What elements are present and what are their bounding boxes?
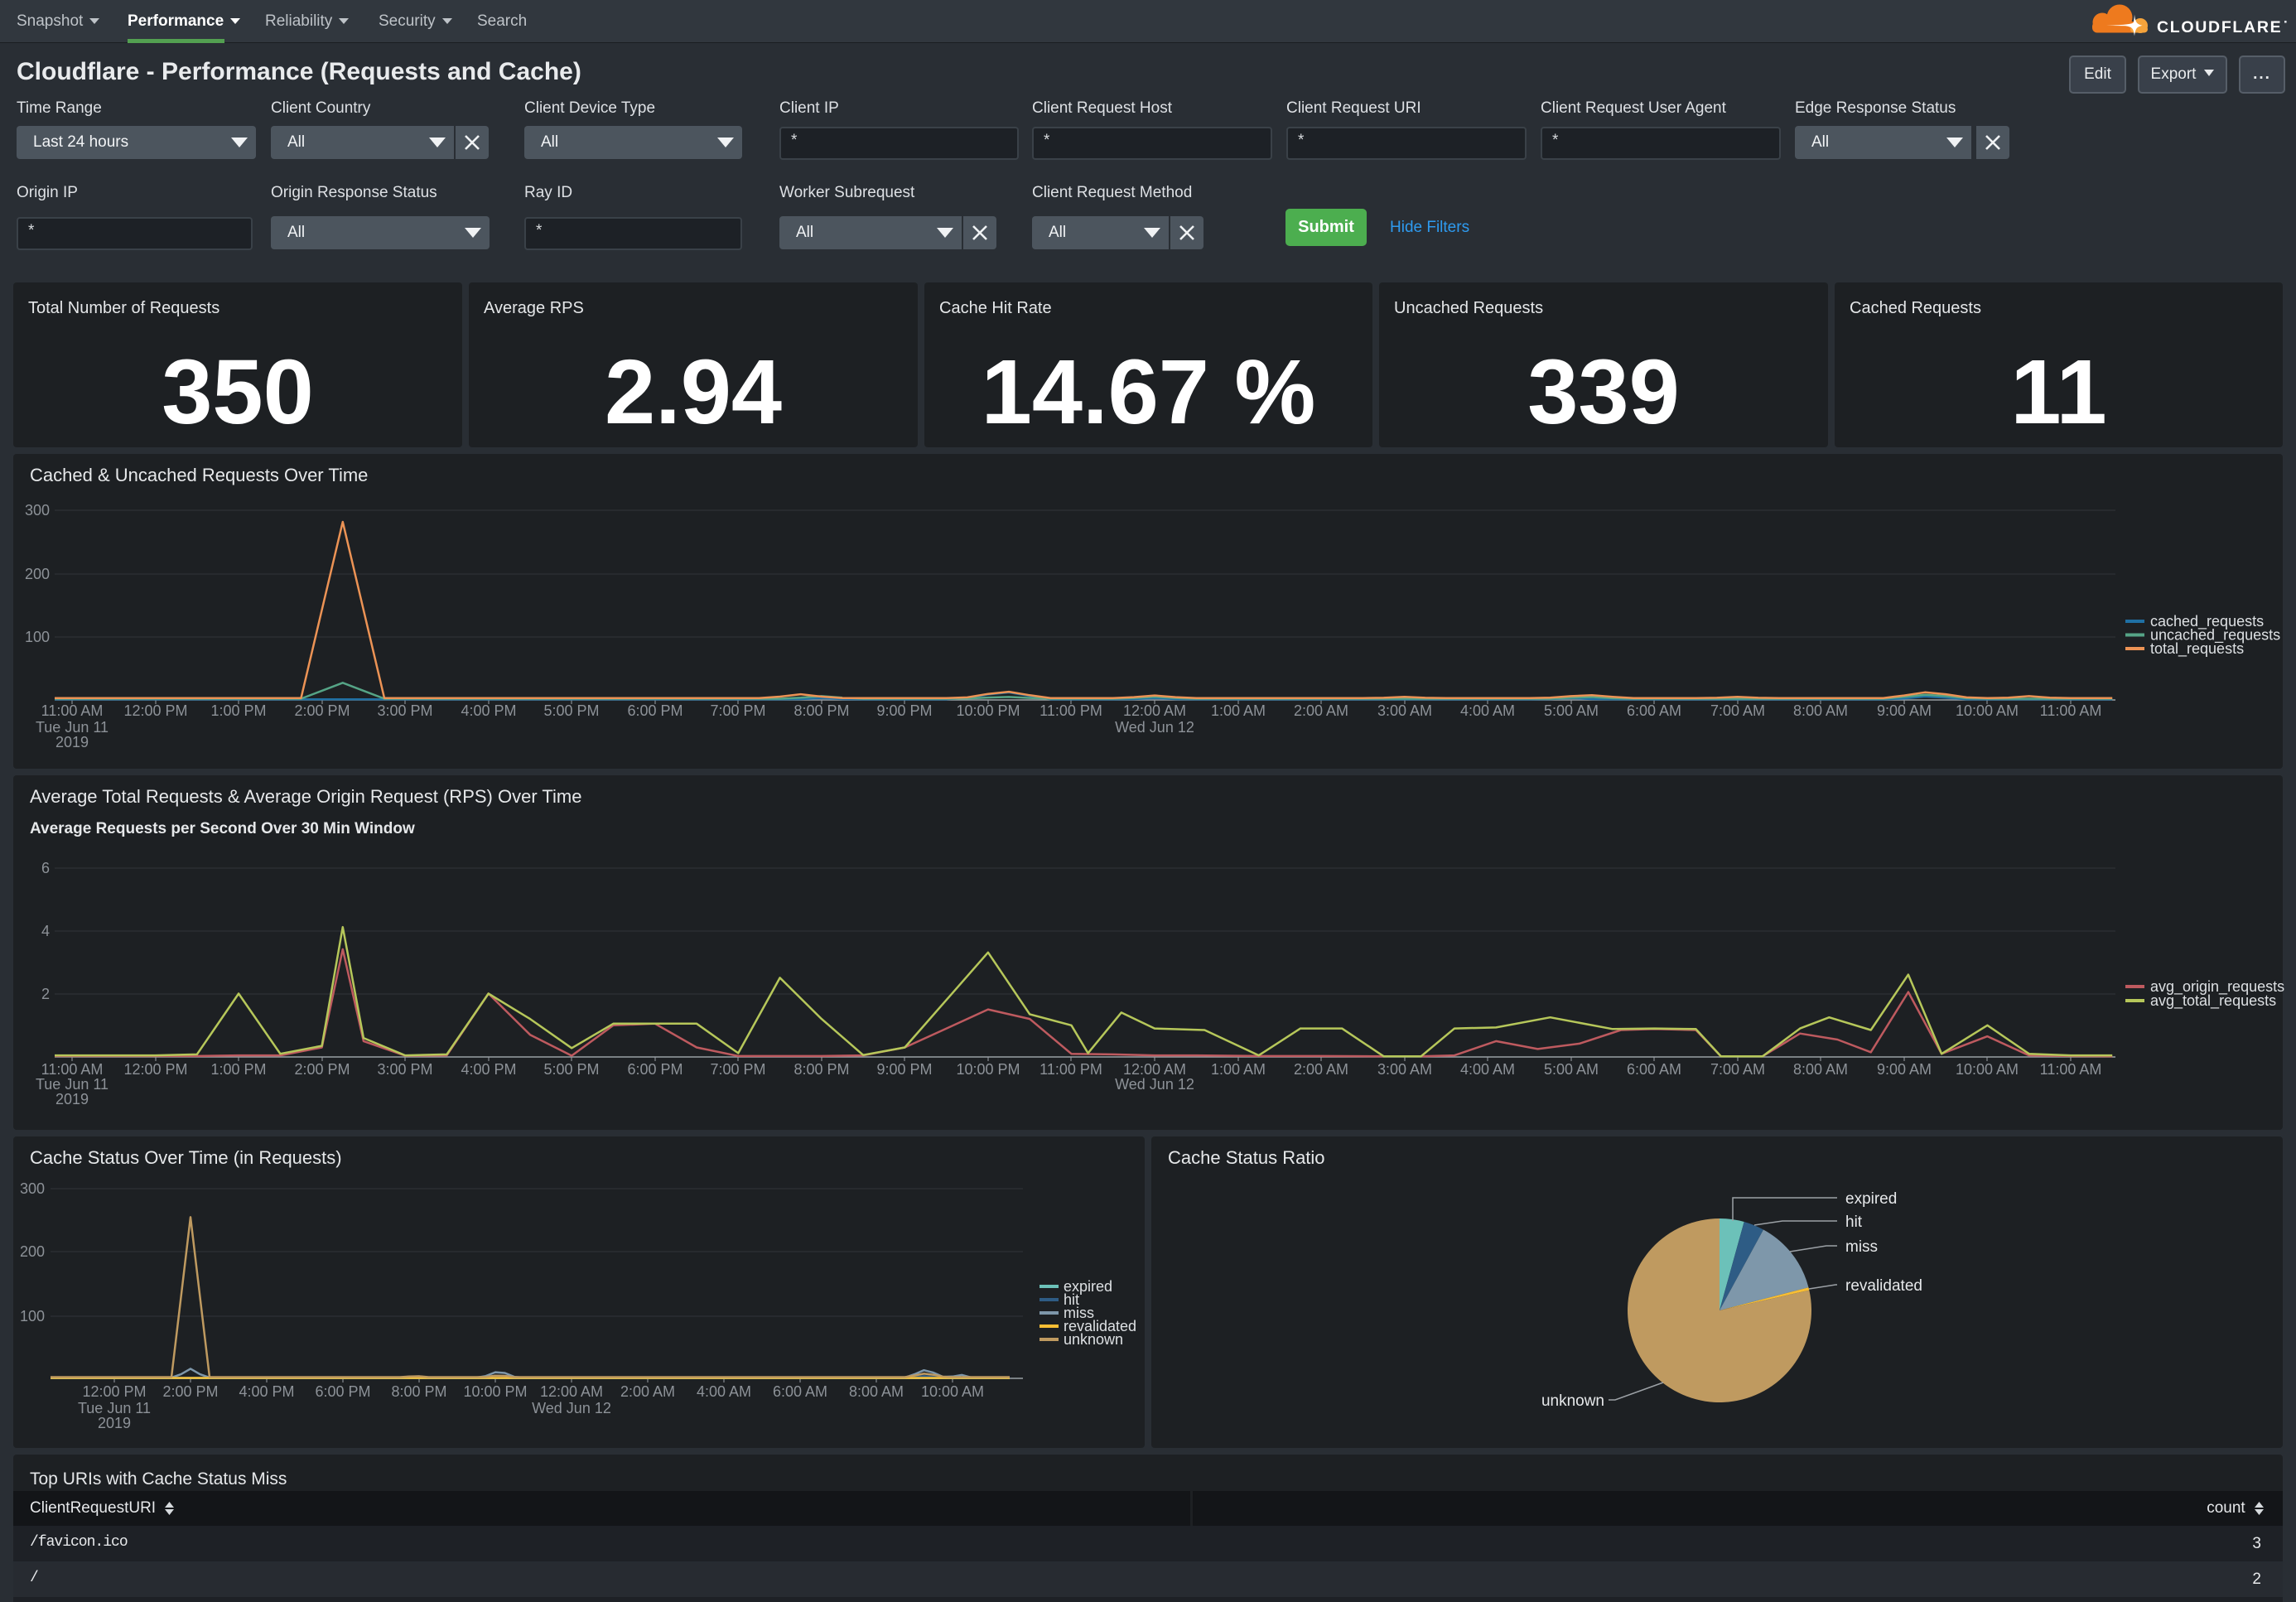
svg-text:7:00 AM: 7:00 AM (1710, 1061, 1765, 1078)
svg-text:8:00 AM: 8:00 AM (1793, 702, 1848, 719)
svg-text:hit: hit (1845, 1214, 1863, 1231)
svg-text:8:00 PM: 8:00 PM (793, 1061, 849, 1078)
svg-text:1:00 AM: 1:00 AM (1211, 1061, 1266, 1078)
svg-text:200: 200 (25, 566, 50, 582)
svg-text:3:00 AM: 3:00 AM (1377, 1061, 1432, 1078)
svg-text:10:00 PM: 10:00 PM (463, 1383, 527, 1400)
svg-text:11:00 AM: 11:00 AM (2040, 1061, 2102, 1078)
svg-text:unknown: unknown (1064, 1331, 1123, 1348)
svg-text:Tue Jun 11: Tue Jun 11 (36, 1076, 109, 1093)
svg-text:1:00 AM: 1:00 AM (1211, 702, 1266, 719)
svg-text:3:00 PM: 3:00 PM (377, 702, 432, 719)
svg-text:2:00 AM: 2:00 AM (1294, 1061, 1348, 1078)
svg-text:Cached & Uncached Requests Ove: Cached & Uncached Requests Over Time (30, 465, 368, 485)
svg-text:revalidated: revalidated (1845, 1277, 1922, 1295)
svg-text:2:00 AM: 2:00 AM (1294, 702, 1348, 719)
svg-text:5:00 PM: 5:00 PM (543, 1061, 599, 1078)
svg-text:Cache Status Over Time (in Req: Cache Status Over Time (in Requests) (30, 1147, 342, 1168)
svg-text:6:00 AM: 6:00 AM (1627, 702, 1681, 719)
svg-text:6:00 PM: 6:00 PM (315, 1383, 370, 1400)
svg-text:7:00 PM: 7:00 PM (710, 1061, 765, 1078)
svg-text:6:00 AM: 6:00 AM (1627, 1061, 1681, 1078)
svg-text:12:00 AM: 12:00 AM (1123, 702, 1186, 719)
svg-text:11:00 AM: 11:00 AM (41, 702, 104, 719)
svg-text:100: 100 (25, 629, 50, 645)
svg-text:Average Total Requests & Avera: Average Total Requests & Average Origin … (30, 786, 581, 807)
svg-text:2:00 AM: 2:00 AM (620, 1383, 675, 1400)
svg-text:total_requests: total_requests (2150, 640, 2244, 658)
svg-text:3:00 AM: 3:00 AM (1377, 702, 1432, 719)
svg-text:9:00 AM: 9:00 AM (1877, 1061, 1932, 1078)
svg-text:12:00 PM: 12:00 PM (123, 1061, 187, 1078)
svg-text:expired: expired (1845, 1190, 1897, 1208)
svg-text:2: 2 (41, 986, 50, 1002)
svg-text:4: 4 (41, 923, 50, 939)
svg-text:11:00 PM: 11:00 PM (1039, 702, 1102, 719)
svg-text:11:00 AM: 11:00 AM (2040, 702, 2102, 719)
svg-text:300: 300 (25, 502, 50, 519)
svg-text:2019: 2019 (55, 1091, 89, 1107)
svg-text:miss: miss (1845, 1238, 1878, 1256)
svg-text:11:00 AM: 11:00 AM (41, 1061, 104, 1078)
svg-text:6:00 PM: 6:00 PM (627, 1061, 683, 1078)
svg-text:4:00 PM: 4:00 PM (461, 702, 516, 719)
svg-text:12:00 PM: 12:00 PM (82, 1383, 146, 1400)
svg-text:10:00 PM: 10:00 PM (956, 1061, 1020, 1078)
svg-text:10:00 AM: 10:00 AM (921, 1383, 984, 1400)
svg-text:12:00 AM: 12:00 AM (1123, 1061, 1186, 1078)
svg-text:Tue Jun 11: Tue Jun 11 (78, 1400, 151, 1416)
svg-text:Wed Jun 12: Wed Jun 12 (1115, 1076, 1194, 1093)
svg-text:2019: 2019 (55, 734, 89, 750)
svg-text:12:00 AM: 12:00 AM (540, 1383, 603, 1400)
svg-text:4:00 PM: 4:00 PM (461, 1061, 516, 1078)
svg-text:2019: 2019 (98, 1415, 131, 1431)
svg-text:5:00 AM: 5:00 AM (1544, 702, 1599, 719)
svg-text:10:00 AM: 10:00 AM (1956, 1061, 2019, 1078)
svg-text:5:00 PM: 5:00 PM (543, 702, 599, 719)
svg-text:unknown: unknown (1541, 1392, 1604, 1410)
svg-text:5:00 AM: 5:00 AM (1544, 1061, 1599, 1078)
svg-text:3:00 PM: 3:00 PM (377, 1061, 432, 1078)
svg-text:1:00 PM: 1:00 PM (210, 702, 266, 719)
svg-text:300: 300 (20, 1180, 45, 1197)
svg-text:4:00 AM: 4:00 AM (1460, 1061, 1515, 1078)
svg-text:Cache Status Ratio: Cache Status Ratio (1168, 1147, 1325, 1168)
svg-text:200: 200 (20, 1243, 45, 1260)
svg-text:100: 100 (20, 1308, 45, 1325)
svg-text:11:00 PM: 11:00 PM (1039, 1061, 1102, 1078)
svg-text:7:00 PM: 7:00 PM (710, 702, 765, 719)
svg-text:8:00 AM: 8:00 AM (1793, 1061, 1848, 1078)
svg-text:avg_total_requests: avg_total_requests (2150, 992, 2276, 1010)
svg-text:2:00 PM: 2:00 PM (294, 702, 350, 719)
svg-text:CLOUDFLARE: CLOUDFLARE (2157, 18, 2282, 36)
svg-text:Tue Jun 11: Tue Jun 11 (36, 719, 109, 736)
svg-text:1:00 PM: 1:00 PM (210, 1061, 266, 1078)
svg-text:8:00 PM: 8:00 PM (391, 1383, 446, 1400)
svg-text:9:00 PM: 9:00 PM (876, 1061, 932, 1078)
svg-text:Average Requests per Second Ov: Average Requests per Second Over 30 Min … (30, 820, 415, 837)
svg-text:4:00 PM: 4:00 PM (239, 1383, 294, 1400)
svg-text:8:00 AM: 8:00 AM (849, 1383, 904, 1400)
svg-text:10:00 PM: 10:00 PM (956, 702, 1020, 719)
svg-text:4:00 AM: 4:00 AM (697, 1383, 751, 1400)
svg-text:4:00 AM: 4:00 AM (1460, 702, 1515, 719)
svg-text:6:00 AM: 6:00 AM (773, 1383, 827, 1400)
svg-text:Wed Jun 12: Wed Jun 12 (1115, 719, 1194, 736)
svg-text:8:00 PM: 8:00 PM (793, 702, 849, 719)
svg-text:7:00 AM: 7:00 AM (1710, 702, 1765, 719)
svg-text:2:00 PM: 2:00 PM (294, 1061, 350, 1078)
svg-text:12:00 PM: 12:00 PM (123, 702, 187, 719)
svg-text:2:00 PM: 2:00 PM (162, 1383, 218, 1400)
svg-text:6:00 PM: 6:00 PM (627, 702, 683, 719)
svg-text:6: 6 (41, 860, 50, 876)
svg-text:9:00 PM: 9:00 PM (876, 702, 932, 719)
svg-text:10:00 AM: 10:00 AM (1956, 702, 2019, 719)
svg-text:9:00 AM: 9:00 AM (1877, 702, 1932, 719)
svg-text:Wed Jun 12: Wed Jun 12 (532, 1400, 611, 1416)
